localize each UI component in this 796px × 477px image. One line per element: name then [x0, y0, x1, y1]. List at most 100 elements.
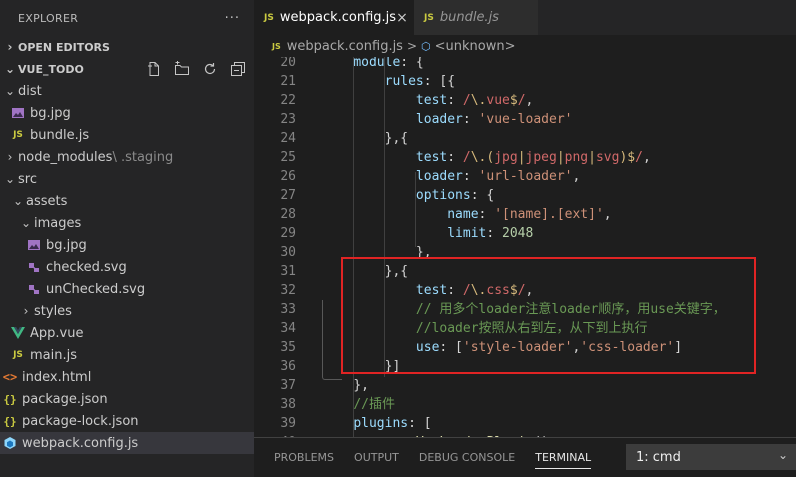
- tree-folder[interactable]: ⌄ images: [0, 212, 254, 234]
- code-token: 'css-loader': [580, 340, 675, 355]
- tab-webpack-config[interactable]: JS webpack.config.js ×: [254, 0, 414, 35]
- tree-folder[interactable]: › styles: [0, 300, 254, 322]
- tree-folder[interactable]: ⌄ dist: [0, 80, 254, 102]
- tab-label: bundle.js: [439, 10, 499, 25]
- code-token: /: [462, 150, 471, 165]
- tree-file[interactable]: <> index.html: [0, 366, 254, 388]
- tree-file[interactable]: JS main.js: [0, 344, 254, 366]
- code-token: ,: [572, 169, 581, 184]
- code-token: : [{: [423, 74, 456, 89]
- code-token: /: [517, 283, 526, 298]
- html-file-icon: <>: [2, 370, 18, 384]
- code-token: use: [415, 340, 440, 355]
- tab-debug-console[interactable]: DEBUG CONSOLE: [419, 438, 515, 477]
- code-token: |: [588, 150, 596, 165]
- line-number: 31: [280, 264, 296, 279]
- tab-problems[interactable]: PROBLEMS: [274, 438, 334, 477]
- tree-item-label: index.html: [22, 369, 92, 385]
- code-token: name: [447, 207, 479, 222]
- tree-item-label: styles: [34, 303, 72, 319]
- code-token: test: [415, 150, 448, 165]
- tab-bundle[interactable]: JS bundle.js: [414, 0, 538, 35]
- tab-output[interactable]: OUTPUT: [354, 438, 399, 477]
- code-text: options: {: [322, 186, 494, 205]
- project-section[interactable]: ⌄ VUE_TODO: [0, 58, 254, 80]
- tree-file[interactable]: {} package.json: [0, 388, 254, 410]
- terminal-select[interactable]: 1: cmd ⌄: [626, 444, 796, 470]
- more-actions-icon[interactable]: ···: [225, 11, 240, 26]
- new-file-icon[interactable]: [144, 59, 164, 79]
- tree-folder[interactable]: ⌄ assets: [0, 190, 254, 212]
- chevron-down-icon: ⌄: [4, 62, 16, 76]
- code-token: options: [415, 188, 471, 203]
- code-line: 29 limit: 2048: [254, 224, 796, 243]
- line-number: 35: [280, 340, 296, 355]
- code-text: name: '[name].[ext]',: [322, 205, 611, 224]
- breadcrumb-separator: >: [406, 39, 418, 53]
- bracket-scope-line: [322, 300, 342, 380]
- breadcrumb-file[interactable]: webpack.config.js: [287, 39, 403, 54]
- code-line: 31 },{: [254, 262, 796, 281]
- code-line: 39 plugins: [: [254, 414, 796, 433]
- code-text: },: [322, 243, 432, 262]
- tree-file[interactable]: JS bundle.js: [0, 124, 254, 146]
- tree-file[interactable]: checked.svg: [0, 256, 254, 278]
- code-token: 'vue-loader': [478, 112, 573, 127]
- js-file-icon: JS: [272, 41, 281, 51]
- code-editor[interactable]: 20 module: {21 rules: [{22 test: /\.vue$…: [254, 57, 796, 437]
- open-editors-section[interactable]: › OPEN EDITORS: [0, 36, 254, 58]
- code-line: 22 test: /\.vue$/,: [254, 91, 796, 110]
- js-file-icon: JS: [264, 12, 274, 23]
- code-token: jpg: [494, 150, 518, 165]
- chevron-right-icon: ›: [23, 304, 29, 318]
- code-token: },{: [384, 131, 409, 146]
- project-label: VUE_TODO: [18, 62, 84, 76]
- tree-folder[interactable]: › node_modules \ .staging: [0, 146, 254, 168]
- tree-file[interactable]: unChecked.svg: [0, 278, 254, 300]
- tree-file[interactable]: bg.jpg: [0, 234, 254, 256]
- close-icon[interactable]: ×: [396, 10, 408, 26]
- line-number: 34: [280, 321, 296, 336]
- code-token: /: [462, 93, 471, 108]
- tree-item-label: bundle.js: [30, 127, 90, 143]
- code-token: : [: [439, 340, 463, 355]
- chevron-right-icon: ›: [7, 40, 13, 54]
- collapse-all-icon[interactable]: [228, 59, 248, 79]
- code-token: :: [486, 226, 503, 241]
- tree-item-label: webpack.config.js: [22, 435, 139, 451]
- code-text: //插件: [322, 395, 395, 414]
- tab-label: webpack.config.js: [279, 10, 397, 25]
- code-token: 'url-loader': [478, 169, 573, 184]
- line-number: 29: [280, 226, 296, 241]
- tree-file[interactable]: App.vue: [0, 322, 254, 344]
- code-token: // 用多个loader注意loader顺序，用use关键字，: [415, 302, 726, 317]
- code-token: \.: [470, 150, 487, 165]
- code-line: 30 },: [254, 243, 796, 262]
- tab-terminal[interactable]: TERMINAL: [535, 438, 591, 477]
- chevron-right-icon: ›: [7, 150, 13, 164]
- code-token: module: [353, 57, 401, 70]
- chevron-down-icon: ⌄: [4, 172, 16, 186]
- code-text: loader: 'url-loader',: [322, 167, 580, 186]
- code-token: ]: [674, 340, 683, 355]
- tree-file[interactable]: webpack.config.js: [0, 432, 254, 454]
- new-folder-icon[interactable]: [172, 59, 192, 79]
- code-line: 28 name: '[name].[ext]',: [254, 205, 796, 224]
- refresh-icon[interactable]: [200, 59, 220, 79]
- tree-folder[interactable]: ⌄ src: [0, 168, 254, 190]
- code-text: test: /\.vue$/,: [322, 91, 533, 110]
- tree-file[interactable]: {} package-lock.json: [0, 410, 254, 432]
- code-text: //loader按照从右到左，从下到上执行: [322, 319, 648, 338]
- tree-file[interactable]: bg.jpg: [0, 102, 254, 124]
- vue-file-icon: [10, 325, 26, 341]
- symbol-icon: ⬡: [421, 39, 431, 53]
- breadcrumb-symbol[interactable]: <unknown>: [435, 39, 516, 54]
